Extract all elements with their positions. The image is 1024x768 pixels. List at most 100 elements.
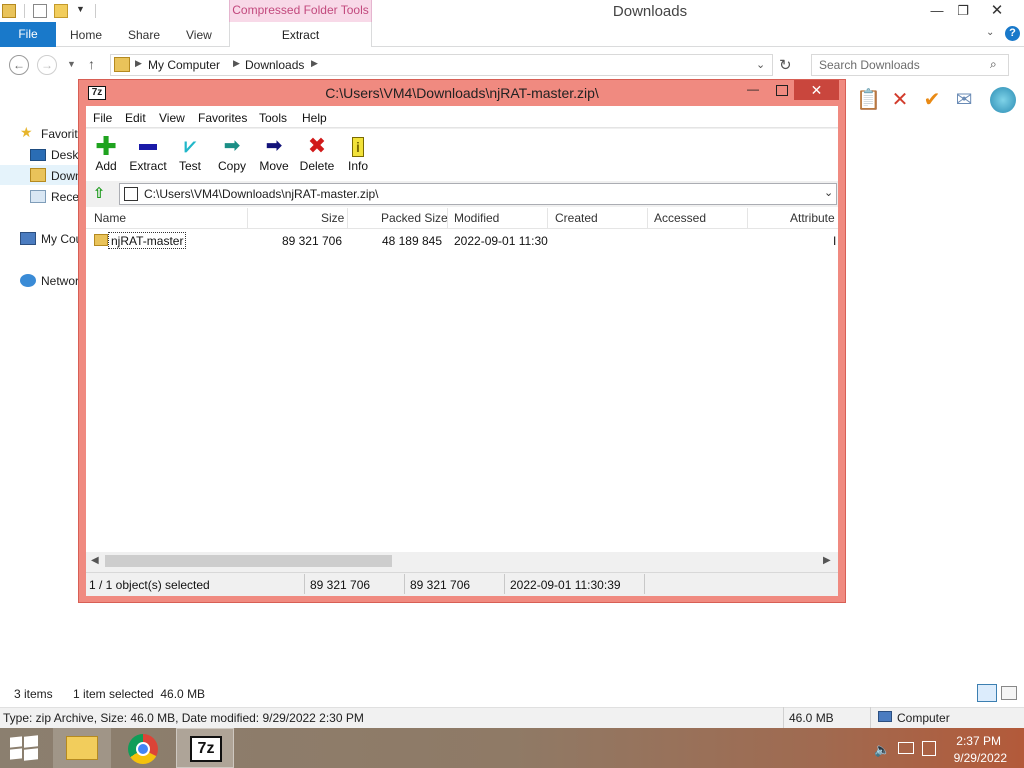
taskbar-7zip-button[interactable]: 7z [176,728,234,768]
clock-date[interactable]: 9/29/2022 [945,751,1007,765]
network-status-icon[interactable] [898,742,914,754]
menu-edit[interactable]: Edit [125,111,146,125]
chevron-right-icon[interactable]: ▶ [233,58,240,69]
column-separator[interactable] [647,208,648,228]
qat-dropdown-icon[interactable]: ▼ [76,4,85,14]
clock-time[interactable]: 2:37 PM [945,734,1001,748]
tab-file[interactable]: File [0,22,56,47]
file-explorer-icon [66,736,98,760]
column-separator[interactable] [747,208,748,228]
file-list[interactable] [86,229,838,552]
column-attributes[interactable]: Attribute [790,211,835,225]
info-button[interactable]: i Info [337,133,379,179]
column-name[interactable]: Name [94,211,126,225]
item-count: 3 items [14,687,53,701]
selected-size: 46.0 MB [789,711,834,725]
search-icon[interactable]: ⌕ [990,57,997,72]
table-row-name[interactable]: njRAT-master [108,232,187,249]
clipboard-icon[interactable]: 📋 [856,88,881,112]
help-icon[interactable]: ? [1005,26,1020,41]
column-packed-size[interactable]: Packed Size [381,211,448,225]
recent-locations-icon[interactable]: ▼ [67,59,76,69]
volume-muted-icon[interactable]: 🔈 [874,742,890,758]
large-icons-view-icon[interactable] [1001,686,1017,700]
folder-icon [94,234,108,246]
details-view-icon[interactable] [977,684,997,702]
minimize-button[interactable]: — [924,2,950,20]
copy-button[interactable]: ➡ Copy [211,133,253,179]
chrome-icon [128,734,158,764]
test-button[interactable]: ⩗ Test [169,133,211,179]
menu-help[interactable]: Help [302,111,327,125]
check-icon: ⩗ [184,135,196,157]
expand-ribbon-icon[interactable]: ⌄ [986,27,994,38]
desktop-icon [30,149,46,161]
recent-places-icon [30,190,46,203]
add-button[interactable]: ✚ Add [85,133,127,179]
7zip-close-button[interactable]: ✕ [794,80,839,100]
search-input[interactable]: Search Downloads [811,54,1009,76]
delete-icon[interactable]: ✕ [888,88,912,112]
start-button[interactable] [10,735,38,761]
taskbar-chrome-button[interactable] [114,728,172,768]
scroll-left-icon[interactable]: ◀ [91,555,99,566]
explorer-address-bar[interactable]: ▶ My Computer ▶ Downloads ▶ ⌄ [110,54,773,76]
column-accessed[interactable]: Accessed [654,211,706,225]
tab-extract[interactable]: Extract [229,22,372,47]
taskbar-explorer-button[interactable] [53,728,111,768]
nav-favorites[interactable]: Favorit [41,127,78,141]
checkmark-icon[interactable]: ✔ [920,88,944,112]
refresh-icon[interactable]: ↻ [779,56,792,74]
x-icon: ✖ [307,133,327,158]
column-size[interactable]: Size [321,211,344,225]
separator [95,4,96,18]
7zip-path-input[interactable]: C:\Users\VM4\Downloads\njRAT-master.zip\… [119,183,837,205]
info-icon: i [337,133,379,159]
7zip-minimize-button[interactable]: — [747,82,759,96]
separator [644,574,645,594]
delete-button[interactable]: ✖ Delete [296,133,338,179]
up-folder-icon[interactable]: ⇧ [90,184,108,202]
scrollbar-thumb[interactable] [105,555,392,567]
close-button[interactable]: ✕ [984,2,1010,20]
tab-home[interactable]: Home [70,22,102,47]
nav-computer[interactable]: My Cou [41,232,82,246]
separator [504,574,505,594]
column-created[interactable]: Created [555,211,598,225]
context-tab-group-label: Compressed Folder Tools [229,0,372,22]
new-folder-icon[interactable] [54,4,68,18]
column-separator[interactable] [447,208,448,228]
back-button[interactable]: ← [9,55,29,75]
properties-icon[interactable] [33,4,47,18]
breadcrumb-my-computer[interactable]: My Computer [148,58,220,72]
menu-view[interactable]: View [159,111,185,125]
plus-icon: ✚ [95,131,117,161]
7zip-window-title: C:\Users\VM4\Downloads\njRAT-master.zip\ [325,85,599,101]
nav-network[interactable]: Networ [41,274,79,288]
up-arrow-icon[interactable]: ↑ [88,56,95,72]
7zip-maximize-button[interactable] [776,85,788,96]
scroll-right-icon[interactable]: ▶ [823,555,831,566]
path-dropdown-icon[interactable]: ⌄ [824,186,833,199]
column-modified[interactable]: Modified [454,211,499,225]
menu-file[interactable]: File [93,111,112,125]
tab-share[interactable]: Share [128,22,160,47]
address-dropdown-icon[interactable]: ⌄ [756,58,765,71]
menu-favorites[interactable]: Favorites [198,111,247,125]
column-separator[interactable] [547,208,548,228]
forward-button[interactable]: → [37,55,57,75]
explorer-titlebar [0,0,1024,22]
extract-button[interactable]: Extract [127,133,169,179]
selection-info: 1 item selected 46.0 MB [73,687,206,701]
chevron-right-icon[interactable]: ▶ [311,58,318,69]
action-center-icon[interactable] [922,741,936,756]
mail-icon[interactable]: ✉ [952,88,976,112]
column-separator[interactable] [347,208,348,228]
globe-icon[interactable] [990,87,1016,113]
move-button[interactable]: ➡ Move [253,133,295,179]
column-separator[interactable] [247,208,248,228]
maximize-button[interactable]: ❐ [950,2,976,20]
tab-view[interactable]: View [186,22,212,47]
breadcrumb-downloads[interactable]: Downloads [245,58,304,72]
menu-tools[interactable]: Tools [259,111,287,125]
